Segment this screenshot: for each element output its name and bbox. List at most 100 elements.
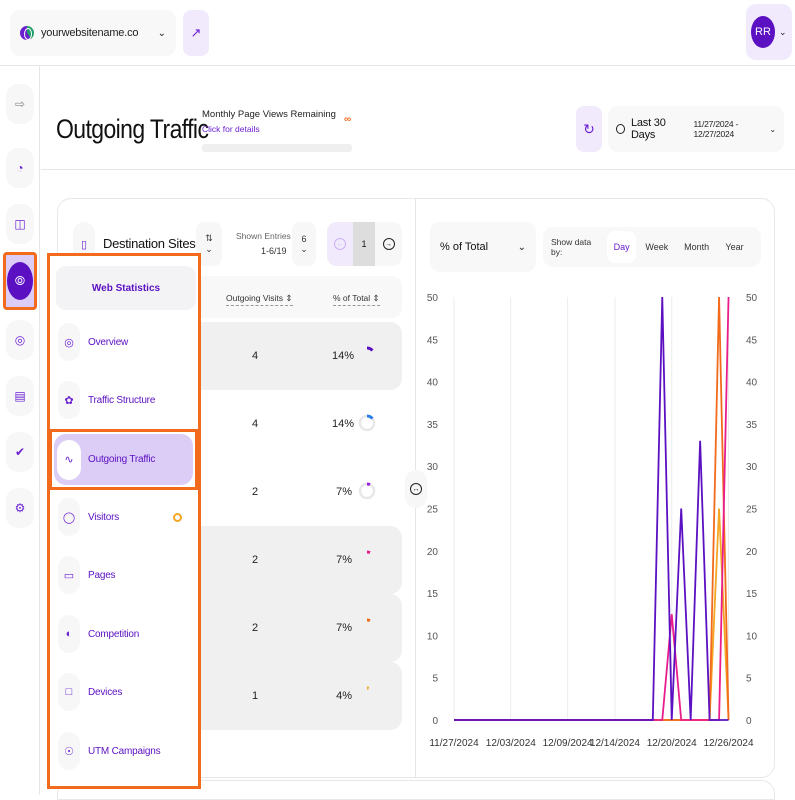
menu-item-traffic-structure[interactable]: ✿Traffic Structure bbox=[56, 378, 192, 422]
scan-icon: ◎ bbox=[15, 333, 25, 347]
web-statistics-icon: ⦾ bbox=[7, 262, 33, 300]
menu-item-utm-campaigns[interactable]: ☉UTM Campaigns bbox=[56, 729, 192, 773]
user-menu-button[interactable]: RR ⌄ bbox=[746, 4, 792, 60]
page-title: Outgoing Traffic bbox=[56, 114, 208, 145]
clock-icon bbox=[616, 124, 625, 134]
rail-item-dashboard[interactable]: ◔ bbox=[6, 148, 34, 188]
rail-item-settings[interactable]: ⚙ bbox=[6, 488, 34, 528]
current-page[interactable]: 1 bbox=[353, 222, 375, 266]
period-year[interactable]: Year bbox=[716, 231, 753, 263]
table-row[interactable]: 414% bbox=[200, 390, 402, 458]
external-link-icon: ↗ bbox=[191, 25, 202, 41]
table-row[interactable]: 14% bbox=[200, 662, 402, 730]
per-page-select[interactable]: 6 ⌄ bbox=[292, 222, 316, 266]
page-views-details-link[interactable]: Click for details bbox=[202, 124, 260, 134]
chevron-down-icon: ⌄ bbox=[205, 244, 213, 255]
ring-fill bbox=[367, 552, 370, 553]
person-icon: ◯ bbox=[58, 498, 80, 536]
globe-icon bbox=[20, 26, 34, 40]
menu-item-label: Devices bbox=[88, 687, 122, 698]
y-tick-label: 25 bbox=[427, 505, 439, 516]
menu-item-devices[interactable]: □Devices bbox=[56, 670, 192, 714]
percent-total-cell: 7% bbox=[332, 554, 352, 566]
website-selector[interactable]: yourwebsitename.co ⌄ bbox=[10, 10, 176, 56]
rail-item-shop[interactable]: ◫ bbox=[6, 204, 34, 244]
x-tick-label: 12/26/2024 bbox=[704, 738, 754, 749]
menu-item-label: Visitors bbox=[88, 512, 119, 523]
menu-item-visitors[interactable]: ◯ Visitors bbox=[56, 495, 192, 539]
menu-item-pages[interactable]: ▭Pages bbox=[56, 553, 192, 597]
y-right-tick-label: 50 bbox=[746, 293, 758, 304]
outgoing-traffic-chart: 0510152025303540455005101520253035404550… bbox=[420, 285, 790, 755]
y-right-tick-label: 0 bbox=[746, 716, 752, 727]
percent-ring bbox=[358, 344, 376, 366]
chevron-down-icon: ⌄ bbox=[300, 244, 308, 255]
page-header: Outgoing Traffic Monthly Page Views Rema… bbox=[41, 66, 795, 170]
per-page-value: 6 bbox=[301, 234, 306, 244]
menu-item-label: Competition bbox=[88, 629, 139, 640]
menu-item-competition[interactable]: ◐ Competition bbox=[56, 612, 192, 656]
open-external-button[interactable]: ↗ bbox=[183, 10, 209, 56]
period-day[interactable]: Day bbox=[607, 231, 637, 263]
route-icon: ∿ bbox=[57, 440, 81, 480]
show-data-by-label: Show data by: bbox=[551, 237, 601, 257]
chevron-down-icon: ⌄ bbox=[158, 28, 166, 39]
metric-select[interactable]: % of Total ⌄ bbox=[430, 222, 536, 272]
menu-item-outgoing-traffic[interactable]: ∿ Outgoing Traffic bbox=[54, 434, 193, 485]
ring-fill bbox=[367, 484, 370, 485]
y-tick-label: 20 bbox=[427, 547, 439, 558]
period-week[interactable]: Week bbox=[636, 231, 677, 263]
column-header-percent-total[interactable]: % of Total ⇕ bbox=[333, 293, 380, 306]
menu-item-overview[interactable]: ◎Overview bbox=[56, 320, 192, 364]
menu-item-label: Outgoing Traffic bbox=[88, 454, 155, 465]
x-tick-label: 11/27/2024 bbox=[429, 738, 479, 749]
avatar: RR bbox=[751, 16, 775, 48]
y-tick-label: 50 bbox=[427, 293, 439, 304]
y-tick-label: 30 bbox=[427, 462, 439, 473]
sort-icon: ⇅ bbox=[205, 233, 213, 244]
refresh-icon: ↻ bbox=[583, 121, 595, 138]
table-row[interactable]: 27% bbox=[200, 594, 402, 662]
rail-item-chat[interactable]: ▤ bbox=[6, 376, 34, 416]
x-tick-label: 12/03/2024 bbox=[486, 738, 536, 749]
chevron-down-icon: ⌄ bbox=[779, 27, 787, 38]
page-views-value: ∞ bbox=[344, 114, 351, 125]
nodes-icon: ✿ bbox=[58, 381, 80, 419]
y-tick-label: 40 bbox=[427, 378, 439, 389]
campaign-icon: ☉ bbox=[58, 732, 80, 770]
period-month[interactable]: Month bbox=[677, 231, 716, 263]
top-bar: yourwebsitename.co ⌄ ↗ RR ⌄ bbox=[0, 0, 795, 66]
table-row[interactable]: 27% bbox=[200, 458, 402, 526]
table-row[interactable]: 414% bbox=[200, 322, 402, 390]
column-header-outgoing-visits[interactable]: Outgoing Visits ⇕ bbox=[226, 293, 293, 306]
y-right-tick-label: 25 bbox=[746, 505, 758, 516]
y-right-tick-label: 40 bbox=[746, 378, 758, 389]
ring-track bbox=[360, 484, 374, 498]
y-right-tick-label: 20 bbox=[746, 547, 758, 558]
refresh-button[interactable]: ↻ bbox=[576, 106, 602, 152]
rail-item-security[interactable]: ✔ bbox=[6, 432, 34, 472]
next-page-button[interactable]: → bbox=[375, 222, 402, 266]
rail-item-login[interactable]: ⇨ bbox=[6, 84, 34, 124]
prev-page-button[interactable]: ← bbox=[327, 222, 353, 266]
date-range-picker[interactable]: Last 30 Days 11/27/2024 - 12/27/2024 ⌄ bbox=[608, 106, 784, 152]
y-right-tick-label: 45 bbox=[746, 335, 758, 346]
rail-item-web-statistics[interactable]: ⦾ bbox=[3, 252, 37, 310]
rail-item-scan[interactable]: ◎ bbox=[6, 320, 34, 360]
y-tick-label: 15 bbox=[427, 589, 439, 600]
outgoing-visits-cell: 4 bbox=[252, 418, 258, 430]
competition-icon: ◐ bbox=[58, 615, 80, 653]
date-range-value: 11/27/2024 - 12/27/2024 bbox=[694, 119, 770, 139]
notification-badge-icon bbox=[173, 513, 182, 522]
y-tick-label: 45 bbox=[427, 335, 439, 346]
y-right-tick-label: 30 bbox=[746, 462, 758, 473]
sidebar-rail: ⇨ ◔ ◫ ⦾ ◎ ▤ ✔ ⚙ bbox=[0, 66, 40, 795]
y-tick-label: 35 bbox=[427, 420, 439, 431]
menu-item-label: Overview bbox=[88, 337, 128, 348]
page-views-progress-bar bbox=[202, 144, 352, 152]
ring-fill bbox=[367, 348, 372, 351]
y-right-tick-label: 5 bbox=[746, 674, 752, 685]
login-icon: ⇨ bbox=[15, 97, 25, 111]
table-title: Destination Sites bbox=[103, 236, 195, 251]
table-row[interactable]: 27% bbox=[200, 526, 402, 594]
